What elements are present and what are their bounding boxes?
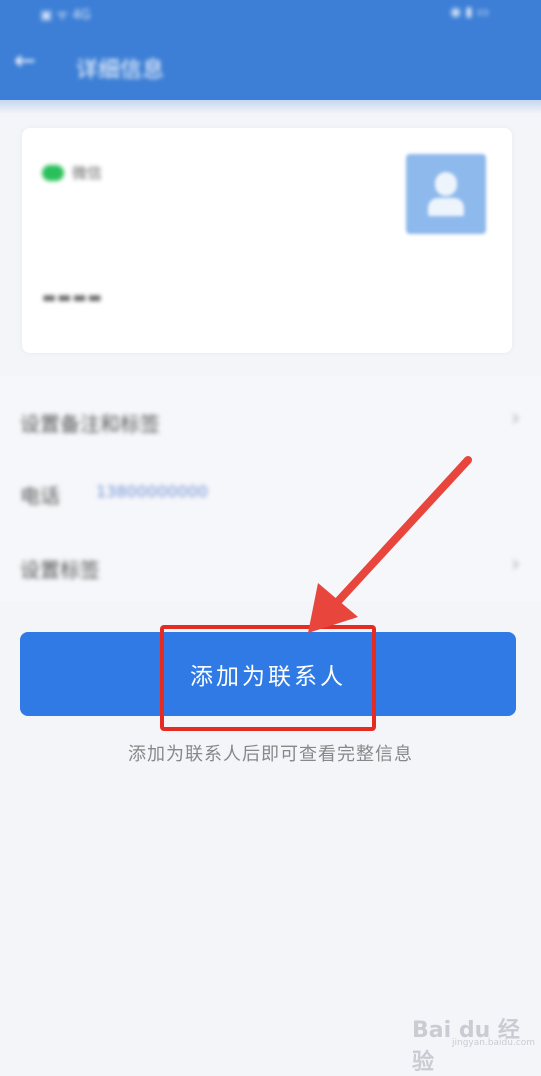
wechat-icon <box>42 164 64 181</box>
chevron-right-icon: › <box>511 552 520 577</box>
nickname: ▬▬▬▬ <box>42 288 103 306</box>
status-left: ▣ ᯤ 4G <box>40 8 91 23</box>
person-icon-body <box>428 198 464 216</box>
header-shadow <box>0 100 541 114</box>
profile-card: 微信 ▬▬▬▬ <box>22 128 512 353</box>
watermark-sub: jingyan.baidu.com <box>452 1038 536 1048</box>
row-remark[interactable]: 设置备注和标签 › <box>20 400 520 440</box>
row-label: 电话 <box>20 484 60 508</box>
avatar[interactable] <box>406 154 486 234</box>
page-title: 详细信息 <box>76 58 165 83</box>
annotation-highlight-box <box>160 625 376 731</box>
row-label: 设置标签 <box>20 558 100 582</box>
status-bar: ▣ ᯤ 4G ◉ ▮ ▭ <box>0 0 541 30</box>
person-icon <box>435 172 457 196</box>
arrow-left-icon[interactable]: ← <box>14 46 36 76</box>
status-right: ◉ ▮ ▭ <box>449 5 489 20</box>
annotation-arrow-icon <box>308 456 472 633</box>
add-contact-hint: 添加为联系人后即可查看完整信息 <box>128 744 413 765</box>
brand-name: 微信 <box>72 164 103 182</box>
chevron-right-icon: › <box>511 406 520 431</box>
app-bar: ← 详细信息 <box>0 30 541 100</box>
baidu-watermark: Bai du 经验 jingyan.baidu.com <box>412 1000 536 1075</box>
phone-number[interactable]: 13800000000 <box>96 482 208 501</box>
row-label: 设置备注和标签 <box>20 412 160 436</box>
profile-brand: 微信 <box>42 162 102 183</box>
